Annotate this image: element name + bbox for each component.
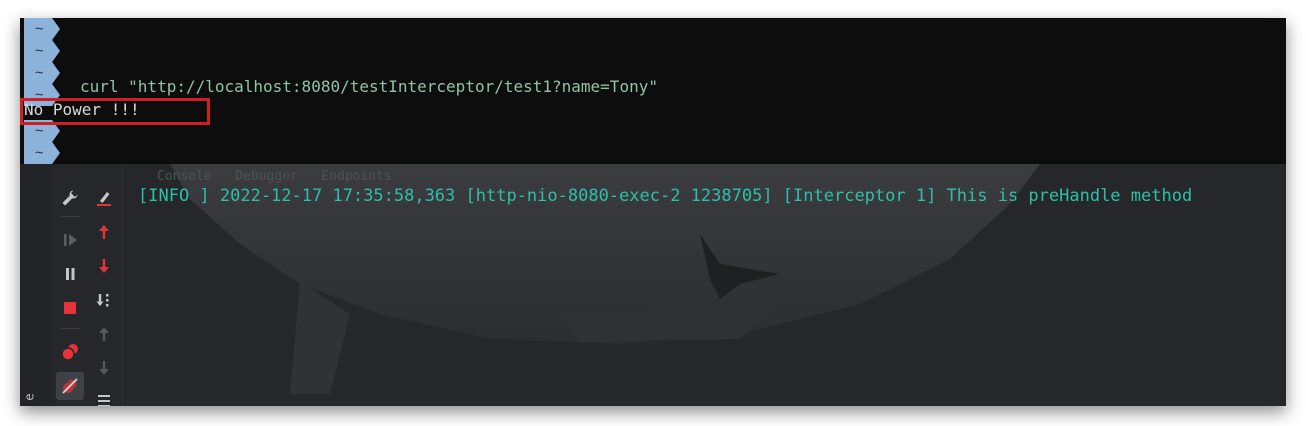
toolbar-divider <box>122 164 123 406</box>
wrench-icon[interactable] <box>56 184 84 212</box>
tab-debugger[interactable]: Debugger <box>235 169 298 184</box>
console-toolbar <box>88 164 120 406</box>
prompt-row: ~ <box>20 18 1286 40</box>
menu-icon[interactable] <box>90 386 118 406</box>
breakpoints-icon[interactable] <box>56 338 84 366</box>
down-arrow-icon[interactable] <box>90 252 118 280</box>
sort-icon[interactable] <box>90 286 118 314</box>
mute-breakpoints-icon[interactable] <box>56 372 84 400</box>
debugger-toolbar <box>54 164 86 406</box>
curl-command: curl "http://localhost:8080/testIntercep… <box>80 77 658 96</box>
debug-console-panel: Console Debugger Endpoints e [INFO] 202… <box>20 164 1286 406</box>
tab-endpoints[interactable]: Endpoints <box>321 169 391 184</box>
toolbar-separator <box>60 216 80 217</box>
up-arrow-icon[interactable] <box>90 320 118 348</box>
resume-icon[interactable] <box>56 226 84 254</box>
tab-console[interactable]: Console <box>157 169 212 184</box>
tilde-marker: ~ <box>35 65 44 81</box>
highlight-annotation-box <box>20 98 210 125</box>
side-tool-strip: e <box>20 164 54 406</box>
tilde-marker: ~ <box>35 21 44 37</box>
down-arrow-icon[interactable] <box>90 354 118 382</box>
prompt-row: ~ <box>20 40 1286 62</box>
clear-all-icon[interactable] <box>90 184 118 212</box>
prompt-row: ~ <box>20 142 1286 164</box>
terminal-panel[interactable]: ~ ~ ~ ~ curl "http://localhost:8080/test… <box>20 18 1286 164</box>
up-arrow-icon[interactable] <box>90 218 118 246</box>
side-tab-label[interactable]: e <box>23 393 37 400</box>
console-log-line: [INFO ] 2022-12-17 17:35:58,363 [http-ni… <box>138 186 1193 206</box>
stop-icon[interactable] <box>56 294 84 322</box>
tilde-marker: ~ <box>35 43 44 59</box>
toolbar-separator <box>60 328 80 329</box>
ide-window: ~ ~ ~ ~ curl "http://localhost:8080/test… <box>20 18 1286 406</box>
pause-icon[interactable] <box>56 260 84 288</box>
tilde-marker: ~ <box>35 145 44 161</box>
